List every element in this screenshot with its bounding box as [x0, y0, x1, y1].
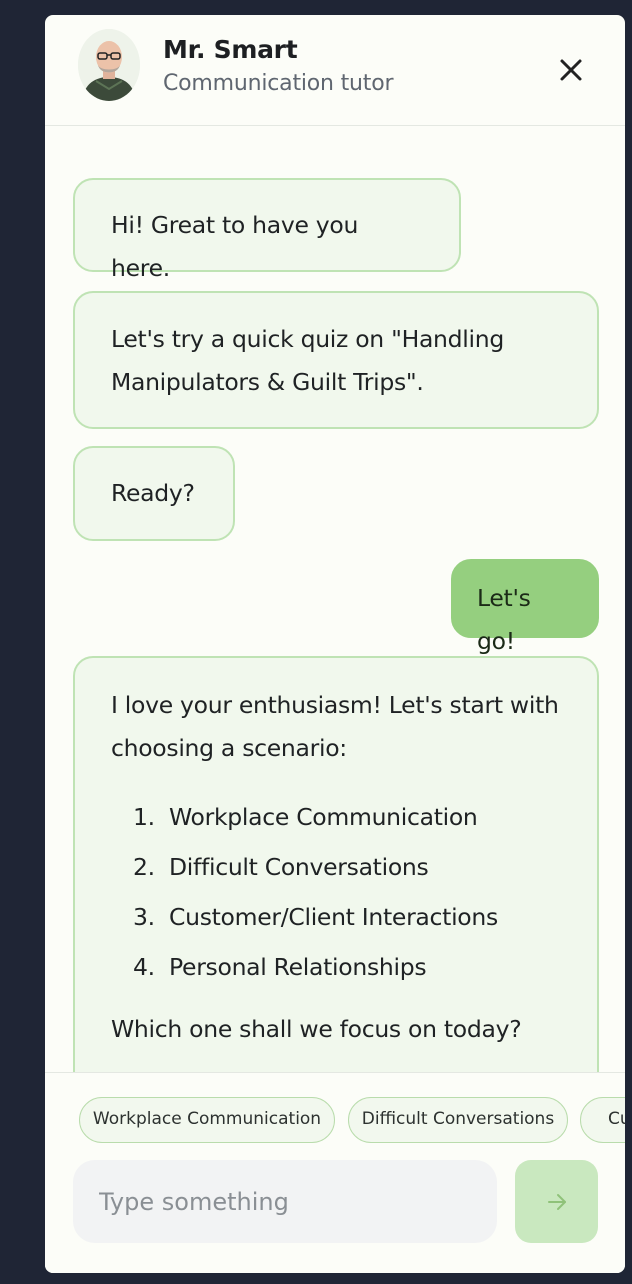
message-line: Which one shall we focus on today? — [111, 1015, 522, 1043]
message-text: Ready? — [111, 479, 195, 507]
arrow-right-icon — [548, 1194, 566, 1210]
tutor-role: Communication tutor — [163, 71, 394, 96]
message-list[interactable]: Hi! Great to have you here. Let's try a … — [45, 126, 625, 1072]
list-number: 2. — [133, 853, 155, 881]
list-item: 3. Customer/Client Interactions — [111, 892, 561, 942]
list-item: 1. Workplace Communication — [111, 792, 561, 842]
message-text: Let's go! — [477, 584, 531, 655]
message-line: Manipulators & Guilt Trips". — [111, 368, 424, 396]
list-label: Workplace Communication — [169, 803, 478, 831]
list-item: 4. Personal Relationships — [111, 942, 561, 992]
message-text: Hi! Great to have you here. — [111, 211, 359, 282]
list-item: 2. Difficult Conversations — [111, 842, 561, 892]
scenario-list: 1. Workplace Communication 2. Difficult … — [111, 792, 561, 992]
list-number: 1. — [133, 803, 155, 831]
close-button[interactable] — [553, 52, 589, 88]
tutor-message: Hi! Great to have you here. — [73, 178, 461, 282]
user-message: Let's go! — [451, 559, 599, 655]
tutor-message: I love your enthusiasm! Let's start with… — [73, 656, 599, 1072]
composer-area: Workplace Communication Difficult Conver… — [45, 1072, 625, 1273]
chat-header: Mr. Smart Communication tutor — [45, 15, 625, 126]
quick-reply-chip[interactable]: Workplace Communication — [79, 1097, 335, 1143]
tutor-message: Ready? — [73, 446, 235, 541]
message-line: I love your enthusiasm! Let's start with — [111, 691, 559, 719]
list-label: Personal Relationships — [169, 953, 427, 981]
list-number: 4. — [133, 953, 155, 981]
chat-panel: Mr. Smart Communication tutor Hi! Great … — [45, 15, 625, 1273]
quick-reply-chip[interactable]: Customer/Client Interactions — [580, 1097, 625, 1143]
message-line: choosing a scenario: — [111, 734, 347, 762]
quick-reply-chip[interactable]: Difficult Conversations — [348, 1097, 568, 1143]
list-label: Customer/Client Interactions — [169, 903, 498, 931]
message-line: Let's try a quick quiz on "Handling — [111, 325, 504, 353]
message-input[interactable] — [73, 1160, 497, 1243]
tutor-name: Mr. Smart — [163, 35, 298, 64]
list-number: 3. — [133, 903, 155, 931]
list-label: Difficult Conversations — [169, 853, 429, 881]
tutor-message: Let's try a quick quiz on "Handling Mani… — [73, 291, 599, 429]
tutor-avatar — [78, 29, 140, 101]
send-button[interactable] — [515, 1160, 598, 1243]
close-icon — [560, 59, 582, 81]
